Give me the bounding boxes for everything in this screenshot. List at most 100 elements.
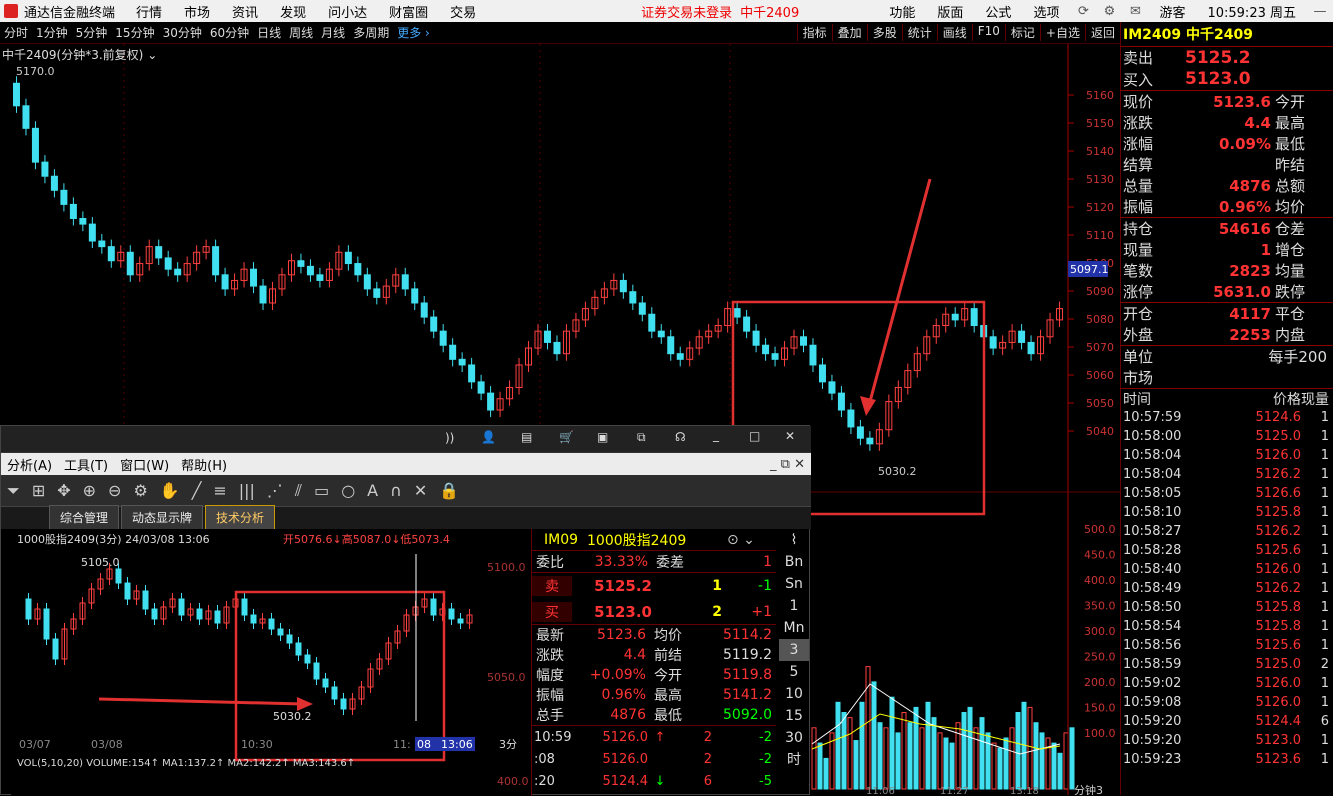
rss-icon[interactable]: )) (445, 431, 454, 445)
period-30min[interactable]: 30分钟 (159, 24, 206, 41)
quote-row: 现量 1 增仓 (1121, 239, 1333, 260)
tick-time: 10:58:40 (1123, 562, 1182, 577)
window-titlebar[interactable]: )) 👤 ▤ 🛒 ▣ ⧉ ☊ _ □ ✕ (1, 426, 811, 453)
lock-icon[interactable]: 🔒 (433, 481, 465, 500)
text-icon[interactable]: A (361, 481, 384, 500)
menu-window[interactable]: 窗口(W) (114, 455, 175, 474)
side-period-button[interactable]: 时 (779, 749, 809, 771)
user-icon[interactable]: 👤 (481, 430, 496, 444)
close-icon[interactable]: ✕ (785, 429, 795, 443)
gear-icon[interactable]: ⚙ (127, 481, 153, 500)
tool-draw[interactable]: 画线 (936, 24, 972, 41)
fib-icon[interactable]: ≡ (207, 481, 232, 500)
mail-icon[interactable]: ✉ (1122, 4, 1148, 19)
headset-icon[interactable]: ☊ (675, 430, 686, 444)
period-tick[interactable]: 分时 (0, 24, 32, 41)
cart-icon[interactable]: 🛒 (559, 430, 574, 444)
period-multi[interactable]: 多周期 (349, 24, 393, 41)
rect-icon[interactable]: ▭ (308, 481, 335, 500)
more-periods-button[interactable]: 更多 › (393, 24, 434, 41)
menu-item-trade[interactable]: 交易 (439, 2, 487, 21)
move-icon[interactable]: ✥ (51, 481, 76, 500)
magnet-icon[interactable]: ∩ (384, 481, 408, 500)
tool-multi-stock[interactable]: 多股 (866, 24, 902, 41)
period-week[interactable]: 周线 (285, 24, 317, 41)
circle-icon[interactable]: ○ (335, 481, 361, 500)
side-period-button[interactable]: Bn (779, 551, 809, 573)
zoom-in-icon[interactable]: ⊕ (77, 481, 102, 500)
minimize-icon[interactable]: _ (713, 428, 719, 442)
channel-icon[interactable]: ⫽ (289, 481, 308, 501)
menu-item-wealth[interactable]: 财富圈 (378, 2, 439, 21)
settings-icon[interactable]: ⚙ (1096, 4, 1122, 19)
period-15min[interactable]: 15分钟 (111, 24, 158, 41)
grid-icon[interactable]: ⊞ (26, 481, 51, 500)
menu-item-layout[interactable]: 版面 (926, 2, 974, 21)
side-period-button[interactable]: Sn (779, 573, 809, 595)
minimize-icon[interactable]: — (1307, 4, 1333, 19)
refresh-icon[interactable]: ⟳ (1070, 4, 1096, 19)
line-icon[interactable]: ╱ (186, 481, 208, 500)
side-period-button[interactable]: 30 (779, 727, 809, 749)
inner-low-label: 5030.2 (273, 710, 312, 723)
hand-icon[interactable]: ✋ (154, 481, 186, 500)
window-controls-icon[interactable]: _ ⧉ ✕ (764, 457, 811, 472)
tab-dynamic-board[interactable]: 动态显示牌 (121, 505, 204, 529)
menu-help[interactable]: 帮助(H) (175, 455, 233, 474)
inner-candle-body (448, 608, 455, 620)
delete-icon[interactable]: ✕ (408, 481, 433, 500)
copy-icon[interactable]: ⧉ (637, 430, 646, 445)
period-5min[interactable]: 5分钟 (72, 24, 112, 41)
menu-item-ask[interactable]: 问小达 (317, 2, 378, 21)
menu-item-options[interactable]: 选项 (1022, 2, 1070, 21)
document-icon[interactable]: ▤ (521, 430, 532, 444)
period-toolbar: 分时 1分钟 5分钟 15分钟 30分钟 60分钟 日线 周线 月线 多周期 更… (0, 22, 1120, 44)
menu-analysis[interactable]: 分析(A) (1, 455, 58, 474)
inner-candle-body (331, 686, 338, 700)
tick-vol: 1 (1320, 676, 1329, 691)
tab-technical-analysis[interactable]: 技术分析 (205, 505, 276, 529)
tool-indicator[interactable]: 指标 (796, 24, 832, 41)
login-warning[interactable]: 证券交易未登录 (637, 2, 736, 21)
period-1min[interactable]: 1分钟 (32, 24, 72, 41)
tab-management[interactable]: 综合管理 (49, 505, 120, 529)
menu-tools[interactable]: 工具(T) (58, 455, 114, 474)
tool-mark[interactable]: 标记 (1004, 24, 1040, 41)
menu-item-formula[interactable]: 公式 (974, 2, 1022, 21)
side-period-button[interactable]: 3 (779, 639, 809, 661)
tool-f10[interactable]: F10 (971, 24, 1005, 41)
tick-time: 10:58:56 (1123, 638, 1182, 653)
bars-icon[interactable]: ||| (233, 481, 261, 500)
chart-icon[interactable]: ▣ (597, 430, 608, 444)
menu-item-discover[interactable]: 发现 (269, 2, 317, 21)
side-period-button[interactable]: 10 (779, 683, 809, 705)
menu-item-quotes[interactable]: 行情 (125, 2, 173, 21)
wc-label: 委差 (656, 554, 684, 571)
period-60min[interactable]: 60分钟 (206, 24, 253, 41)
line-chart-icon[interactable]: ⌇ (779, 529, 809, 551)
tool-overlay[interactable]: 叠加 (831, 24, 867, 41)
more-icon[interactable]: ⊙ ⌄ (727, 532, 755, 548)
user-name[interactable]: 游客 (1148, 2, 1196, 21)
side-period-button[interactable]: 15 (779, 705, 809, 727)
period-day[interactable]: 日线 (253, 24, 285, 41)
quote-row: 开仓 4117 平仓 (1121, 303, 1333, 324)
tool-add-favorite[interactable]: +自选 (1039, 24, 1085, 41)
chevron-down-icon[interactable]: ⌄ (147, 48, 157, 62)
maximize-icon[interactable]: □ (749, 429, 760, 443)
filter-icon[interactable]: ⏷ (1, 481, 26, 501)
inner-kline-chart[interactable]: 1000股指2409(3分) 24/03/08 13:06 开5076.6↓高5… (11, 529, 531, 796)
menu-item-function[interactable]: 功能 (878, 2, 926, 21)
tool-stats[interactable]: 统计 (901, 24, 937, 41)
fan-icon[interactable]: ⋰ (261, 481, 289, 500)
menu-item-news[interactable]: 资讯 (221, 2, 269, 21)
tool-back[interactable]: 返回 (1084, 24, 1120, 41)
side-period-button[interactable]: 1 (779, 595, 809, 617)
zoom-out-icon[interactable]: ⊖ (102, 481, 127, 500)
menu-item-market[interactable]: 市场 (173, 2, 221, 21)
period-month[interactable]: 月线 (317, 24, 349, 41)
side-period-button[interactable]: Mn (779, 617, 809, 639)
side-period-button[interactable]: 5 (779, 661, 809, 683)
inner-tick-chg: -2 (759, 751, 772, 767)
volume-bar (871, 681, 877, 790)
